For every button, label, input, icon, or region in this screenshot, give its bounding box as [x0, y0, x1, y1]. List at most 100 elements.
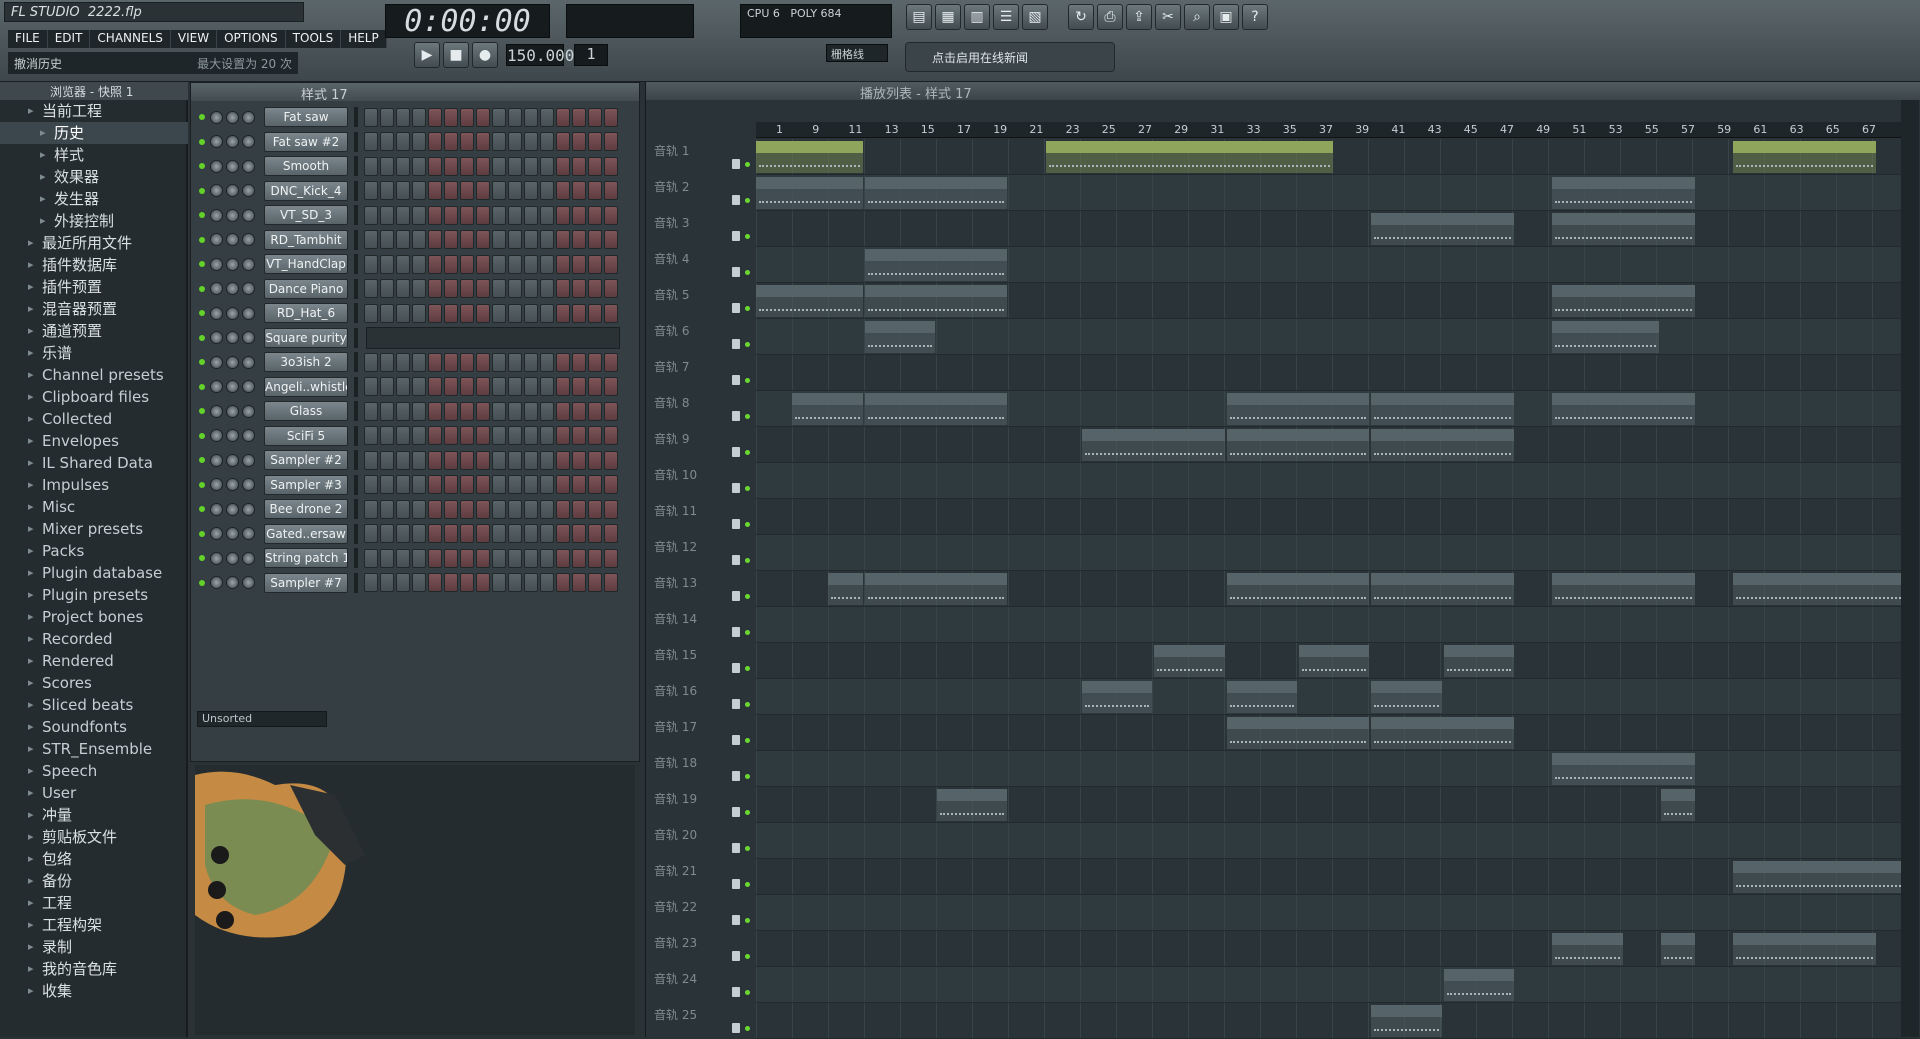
step-button[interactable]: [396, 450, 410, 470]
step-button[interactable]: [524, 499, 538, 519]
step-button[interactable]: [556, 548, 570, 568]
pattern-clip[interactable]: U 样式 8: [1371, 429, 1515, 461]
channel-name-button[interactable]: DNC_Kick_4: [264, 180, 348, 201]
step-button[interactable]: [412, 230, 426, 249]
track-mute-led[interactable]: [745, 1026, 750, 1031]
track-lane[interactable]: U 样式 26 U ..6 U 样式 26 U 样式 26: [756, 931, 1916, 967]
step-button[interactable]: [524, 377, 538, 396]
step-button[interactable]: [604, 377, 618, 396]
step-button[interactable]: [476, 181, 490, 200]
step-button[interactable]: [412, 279, 426, 298]
step-button[interactable]: [524, 524, 538, 543]
step-button[interactable]: [364, 303, 378, 323]
step-button[interactable]: [460, 475, 474, 494]
lock-icon[interactable]: [732, 375, 740, 385]
lock-icon[interactable]: [732, 807, 740, 817]
step-button[interactable]: [380, 524, 394, 543]
pattern-clip[interactable]: U 样式 16: [1154, 645, 1225, 677]
step-button[interactable]: [412, 499, 426, 519]
channel-select-knob[interactable]: [242, 502, 255, 516]
pan-knob[interactable]: [210, 551, 223, 565]
step-button[interactable]: [572, 524, 586, 543]
track-mute-led[interactable]: [745, 666, 750, 671]
step-button[interactable]: [444, 548, 458, 568]
channel-active-led[interactable]: [199, 163, 205, 169]
step-button[interactable]: [428, 254, 442, 274]
browser-item[interactable]: ▸ 插件预置: [0, 276, 188, 298]
track-lane[interactable]: U U U U U U U U UU U U U U U U U U: [756, 211, 1916, 247]
volume-knob[interactable]: [226, 380, 239, 393]
menu-item-tools[interactable]: TOOLS: [285, 30, 342, 48]
channel-name-button[interactable]: Glass: [264, 401, 348, 421]
step-button[interactable]: [460, 499, 474, 519]
lock-icon[interactable]: [732, 555, 740, 565]
step-button[interactable]: [412, 303, 426, 323]
volume-knob[interactable]: [226, 478, 239, 491]
step-button[interactable]: [364, 524, 378, 543]
volume-knob[interactable]: [226, 208, 239, 222]
step-button[interactable]: [540, 450, 554, 470]
step-button[interactable]: [524, 205, 538, 225]
pan-knob[interactable]: [210, 331, 223, 344]
channel-select-knob[interactable]: [242, 282, 255, 295]
track-mute-led[interactable]: [745, 630, 750, 635]
step-button[interactable]: [460, 156, 474, 176]
track-mute-led[interactable]: [745, 198, 750, 203]
channel-name-button[interactable]: Sampler #7: [264, 572, 348, 593]
browser-item[interactable]: ▸ 备份: [0, 870, 188, 892]
step-button[interactable]: [508, 205, 522, 225]
step-button[interactable]: [604, 279, 618, 298]
step-button[interactable]: [604, 401, 618, 421]
volume-knob[interactable]: [226, 453, 239, 467]
step-button[interactable]: [444, 475, 458, 494]
step-button[interactable]: [604, 426, 618, 445]
volume-knob[interactable]: [226, 404, 239, 418]
volume-knob[interactable]: [226, 257, 239, 271]
pattern-clip[interactable]: U U U U U U U U U: [1552, 393, 1696, 425]
browser-item[interactable]: ▸ STR_Ensemble: [0, 738, 188, 760]
save-button[interactable]: ⎙: [1097, 4, 1123, 30]
timeline-ruler[interactable]: 1 9 11 13 15 17 19 21 23 25 27 29 31 33 35 37 39 41 43 45 47…: [756, 122, 1916, 138]
step-button[interactable]: [412, 156, 426, 176]
step-button[interactable]: [604, 450, 618, 470]
step-button[interactable]: [508, 499, 522, 519]
step-button[interactable]: [604, 107, 618, 127]
step-button[interactable]: [572, 548, 586, 568]
step-button[interactable]: [444, 450, 458, 470]
channel-select-knob[interactable]: [242, 380, 255, 393]
channel-active-led[interactable]: [199, 579, 205, 586]
step-button[interactable]: [524, 107, 538, 127]
lock-icon[interactable]: [732, 843, 740, 853]
channel-active-led[interactable]: [199, 506, 205, 512]
step-button[interactable]: [380, 205, 394, 225]
browser-item[interactable]: ▸ Impulses: [0, 474, 188, 496]
lock-icon[interactable]: [732, 627, 740, 637]
track-mute-led[interactable]: [745, 306, 750, 311]
track-lane[interactable]: U U U U U U U U U U U U U U U U U U U U U …: [756, 175, 1916, 211]
step-button[interactable]: [444, 254, 458, 274]
step-button[interactable]: [396, 279, 410, 298]
track-lane[interactable]: [756, 463, 1916, 499]
track-header[interactable]: 音轨 25: [654, 1003, 754, 1039]
browser-item[interactable]: ▸ Soundfonts: [0, 716, 188, 738]
step-button[interactable]: [524, 548, 538, 568]
pattern-clip[interactable]: 样... U 样... U 样...: [756, 285, 863, 317]
track-mute-led[interactable]: [745, 486, 750, 491]
step-button[interactable]: [428, 230, 442, 249]
pan-knob[interactable]: [210, 429, 223, 442]
pan-knob[interactable]: [210, 282, 223, 295]
channel-active-led[interactable]: [199, 114, 205, 120]
step-button[interactable]: [412, 352, 426, 372]
track-header[interactable]: 音轨 11: [654, 499, 754, 535]
channel-name-button[interactable]: RD_Tambhit: [264, 229, 348, 250]
step-button[interactable]: [412, 254, 426, 274]
pattern-clip[interactable]: U 样式 17: [1081, 681, 1153, 713]
menu-item-file[interactable]: FILE: [8, 30, 48, 48]
pattern-clip[interactable]: U U U U U U U U U: [1552, 753, 1696, 785]
lock-icon[interactable]: [732, 519, 740, 529]
step-button[interactable]: [460, 450, 474, 470]
step-button[interactable]: [476, 303, 490, 323]
export-button[interactable]: ⇪: [1126, 4, 1152, 30]
browser-item[interactable]: ▸ 剪贴板文件: [0, 826, 188, 848]
channel-active-led[interactable]: [199, 432, 205, 439]
